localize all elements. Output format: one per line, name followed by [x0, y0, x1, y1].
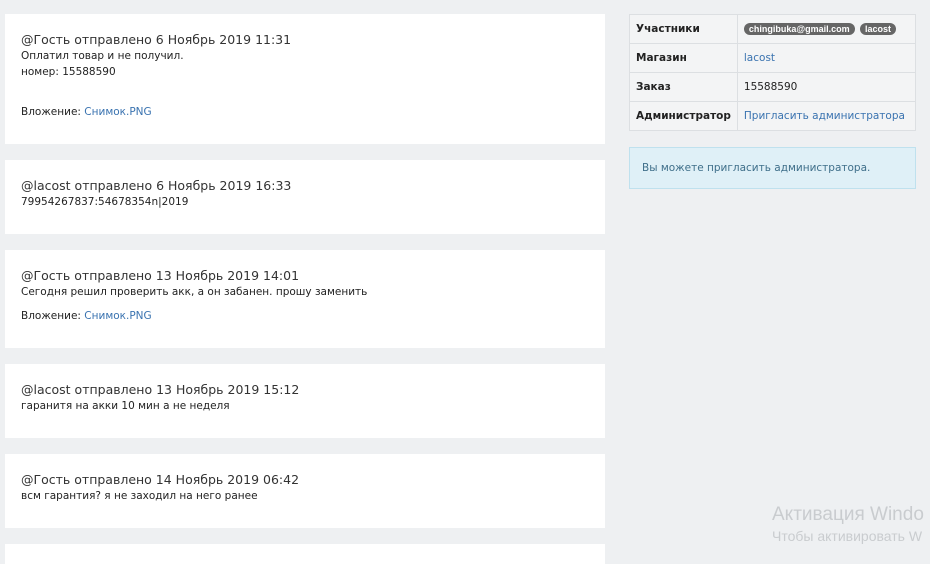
message-header: @Гость отправлено 13 Ноябрь 2019 14:01 [21, 268, 300, 283]
message-text: Оплатил товар и не получил. [21, 50, 184, 62]
message-text: всм гарантия? я не заходил на него ранее [21, 490, 258, 502]
attachment-label: Вложение: [21, 310, 81, 322]
shop-row: Магазин lacost [629, 43, 917, 73]
activation-watermark-text: Чтобы активировать W [772, 528, 923, 544]
message-card: @Гость отправлено 14 Ноябрь 2019 06:42 в… [5, 454, 605, 528]
message-card [5, 544, 605, 564]
message-card: @lacost отправлено 6 Ноябрь 2019 16:33 7… [5, 160, 605, 234]
shop-label: Магазин [629, 43, 738, 73]
attachment-link[interactable]: Снимок.PNG [84, 106, 151, 118]
message-card: @lacost отправлено 13 Ноябрь 2019 15:12 … [5, 364, 605, 438]
message-header: @lacost отправлено 6 Ноябрь 2019 16:33 [21, 178, 292, 193]
message-card: @Гость отправлено 6 Ноябрь 2019 11:31 Оп… [5, 14, 605, 144]
participant-badge: lacost [860, 23, 897, 35]
participants-value: chingibuka@gmail.com lacost [736, 14, 917, 44]
participants-row: Участники chingibuka@gmail.com lacost [629, 14, 917, 44]
ticket-info-table: Участники chingibuka@gmail.com lacost Ма… [629, 14, 917, 131]
message-text: Сегодня решил проверить акк, а он забане… [21, 286, 368, 298]
message-text: номер: 15588590 [21, 66, 116, 78]
message-text: гаранитя на акки 10 мин а не неделя [21, 400, 230, 412]
attachment: Вложение: Снимок.PNG [21, 106, 152, 118]
message-text: 79954267837:54678354n|2019 [21, 196, 189, 208]
info-notice: Вы можете пригласить администратора. [629, 147, 916, 189]
activation-watermark-title: Активация Windo [772, 504, 924, 525]
message-card: @Гость отправлено 13 Ноябрь 2019 14:01 С… [5, 250, 605, 348]
message-header: @Гость отправлено 6 Ноябрь 2019 11:31 [21, 32, 292, 47]
invite-admin-link[interactable]: Пригласить администратора [744, 110, 905, 122]
order-row: Заказ 15588590 [629, 72, 917, 102]
attachment-link[interactable]: Снимок.PNG [84, 310, 151, 322]
participants-label: Участники [629, 14, 738, 44]
shop-link[interactable]: lacost [744, 52, 775, 64]
admin-row: Администратор Пригласить администратора [629, 101, 917, 131]
participant-badge: chingibuka@gmail.com [743, 23, 855, 35]
order-value: 15588590 [736, 72, 917, 102]
order-label: Заказ [629, 72, 738, 102]
attachment-label: Вложение: [21, 106, 81, 118]
message-header: @lacost отправлено 13 Ноябрь 2019 15:12 [21, 382, 300, 397]
attachment: Вложение: Снимок.PNG [21, 310, 152, 322]
message-header: @Гость отправлено 14 Ноябрь 2019 06:42 [21, 472, 300, 487]
admin-label: Администратор [629, 101, 738, 131]
